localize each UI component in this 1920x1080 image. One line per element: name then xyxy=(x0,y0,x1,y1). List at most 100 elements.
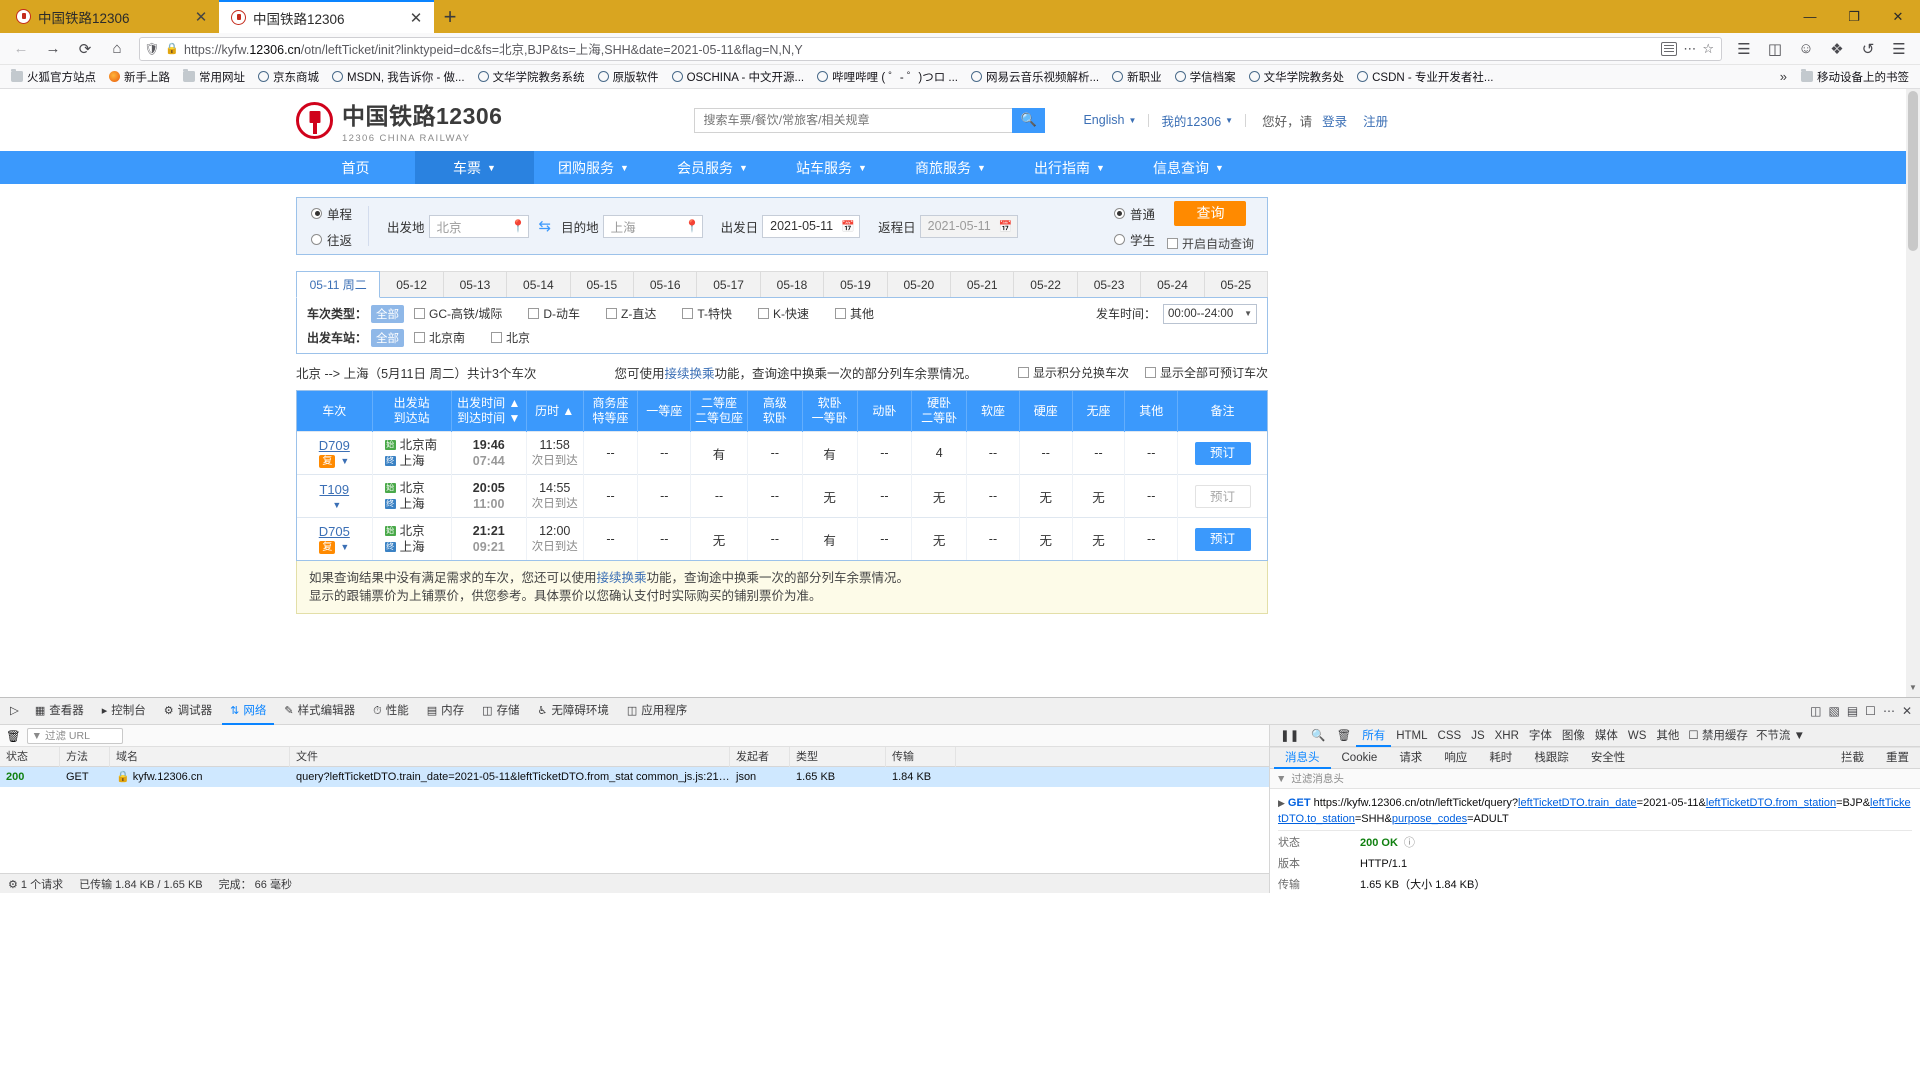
return-date-input[interactable]: 2021-05-11 📅 xyxy=(920,215,1018,238)
browser-tab-2[interactable]: 中国铁路12306 ✕ xyxy=(219,0,434,33)
reset-label[interactable]: 重置 xyxy=(1875,747,1920,769)
station-all-badge[interactable]: 全部 xyxy=(371,329,404,347)
nav-item-tickets[interactable]: 车票▼ xyxy=(415,151,534,184)
net-filter-other[interactable]: 其他 xyxy=(1651,725,1684,747)
scrollbar-thumb[interactable] xyxy=(1908,91,1918,251)
filter-t[interactable]: T-特快 xyxy=(682,305,732,322)
book-button[interactable]: 预订 xyxy=(1195,442,1251,465)
net-filter-media[interactable]: 媒体 xyxy=(1590,725,1623,747)
col-domain[interactable]: 域名 xyxy=(110,747,290,767)
show-points-trains-checkbox[interactable]: 显示积分兑换车次 xyxy=(1018,364,1129,381)
nav-item-station[interactable]: 站车服务▼ xyxy=(772,151,891,184)
col-transfer[interactable]: 传输 xyxy=(886,747,956,767)
to-input[interactable]: 上海 📍 xyxy=(603,215,703,238)
separate-window-icon[interactable]: ☐ xyxy=(1865,704,1876,718)
filter-gc[interactable]: GC-高铁/城际 xyxy=(414,305,502,322)
date-tab[interactable]: 05-16 xyxy=(634,271,697,297)
show-all-bookable-checkbox[interactable]: 显示全部可预订车次 xyxy=(1145,364,1268,381)
bookmark-item[interactable]: MSDN, 我告诉你 - 做... xyxy=(327,67,470,87)
bookmarks-overflow-icon[interactable]: » xyxy=(1774,69,1793,84)
calendar-icon[interactable]: 📅 xyxy=(841,220,855,233)
devtools-tab-accessibility[interactable]: ♿无障碍环境 xyxy=(530,698,617,725)
sync-icon[interactable]: ↺ xyxy=(1853,36,1883,62)
language-selector[interactable]: English▼ xyxy=(1071,113,1148,127)
devtools-tab-performance[interactable]: ⏱性能 xyxy=(365,698,417,725)
radio-normal[interactable]: 普通 xyxy=(1114,204,1155,223)
chevron-down-icon[interactable]: ▼ xyxy=(340,456,349,466)
train-number-link[interactable]: T109 xyxy=(298,482,371,497)
search-icon[interactable]: 🔍 xyxy=(1305,725,1331,747)
bookmark-item[interactable]: 火狐官方站点 xyxy=(6,67,101,87)
page-scrollbar[interactable]: ▲ ▼ xyxy=(1906,89,1920,697)
throttle-select[interactable]: 不节流 ▼ xyxy=(1752,725,1809,747)
back-icon[interactable]: ← xyxy=(6,36,36,62)
browser-tab-1[interactable]: 中国铁路12306 ✕ xyxy=(4,0,219,33)
bookmark-item[interactable]: OSCHINA - 中文开源... xyxy=(667,67,810,87)
location-pin-icon[interactable]: 📍 xyxy=(685,219,698,233)
extension-icon[interactable]: ❖ xyxy=(1822,36,1852,62)
bookmark-star-icon[interactable]: ☆ xyxy=(1702,41,1714,57)
minimize-button[interactable]: — xyxy=(1788,0,1832,33)
close-tab-icon[interactable]: ✕ xyxy=(193,8,209,26)
depart-time-select[interactable]: 00:00--24:00▼ xyxy=(1163,304,1257,324)
devtools-tab-console[interactable]: ▸控制台 xyxy=(94,698,154,725)
devtools-tab-network[interactable]: ⇅网络 xyxy=(222,698,274,725)
devtools-tab-inspector[interactable]: ▦查看器 xyxy=(27,698,92,725)
detail-tab-timings[interactable]: 耗时 xyxy=(1478,747,1523,769)
swap-stations-icon[interactable]: ⇆ xyxy=(539,217,552,235)
filter-station-beijingnan[interactable]: 北京南 xyxy=(414,329,465,346)
net-filter-css[interactable]: CSS xyxy=(1433,725,1467,747)
depart-date-input[interactable]: 2021-05-11 📅 xyxy=(762,215,860,238)
date-tab[interactable]: 05-24 xyxy=(1141,271,1204,297)
devtools-menu-icon[interactable]: ⋯ xyxy=(1883,704,1895,718)
pause-icon[interactable]: ❚❚ xyxy=(1274,725,1305,747)
date-tab[interactable]: 05-13 xyxy=(444,271,507,297)
bookmark-item[interactable]: 常用网址 xyxy=(178,67,250,87)
detail-tab-response[interactable]: 响应 xyxy=(1433,747,1478,769)
detail-tab-security[interactable]: 安全性 xyxy=(1580,747,1637,769)
col-duration[interactable]: 历时 ▲ xyxy=(526,391,583,432)
filter-station-beijing[interactable]: 北京 xyxy=(491,329,530,346)
account-icon[interactable]: ☺ xyxy=(1791,36,1821,62)
detail-tab-cookie[interactable]: Cookie xyxy=(1331,747,1389,769)
from-input[interactable]: 北京 📍 xyxy=(429,215,529,238)
net-filter-js[interactable]: JS xyxy=(1466,725,1489,747)
clear-icon[interactable]: 🗑 xyxy=(1332,725,1357,747)
chevron-down-icon[interactable]: ▼ xyxy=(340,542,349,552)
net-filter-html[interactable]: HTML xyxy=(1391,725,1432,747)
bookmark-item[interactable]: 文华学院教务处 xyxy=(1244,67,1350,87)
forward-icon[interactable]: → xyxy=(38,36,68,62)
radio-oneway[interactable]: 单程 xyxy=(311,204,368,223)
net-filter-ws[interactable]: WS xyxy=(1623,725,1652,747)
scroll-down-icon[interactable]: ▼ xyxy=(1906,683,1920,697)
reader-mode-icon[interactable] xyxy=(1661,42,1677,56)
filter-k[interactable]: K-快速 xyxy=(758,305,809,322)
radio-student[interactable]: 学生 xyxy=(1114,230,1155,249)
col-type[interactable]: 类型 xyxy=(790,747,886,767)
auto-query-checkbox[interactable]: 开启自动查询 xyxy=(1167,235,1254,252)
filter-z[interactable]: Z-直达 xyxy=(606,305,656,322)
date-tab[interactable]: 05-22 xyxy=(1014,271,1077,297)
clear-requests-icon[interactable]: 🗑 xyxy=(6,729,21,743)
date-tab[interactable]: 05-23 xyxy=(1078,271,1141,297)
detail-tab-request[interactable]: 请求 xyxy=(1388,747,1433,769)
date-tab[interactable]: 05-12 xyxy=(380,271,443,297)
date-tab[interactable]: 05-19 xyxy=(824,271,887,297)
detail-tab-headers[interactable]: 消息头 xyxy=(1274,747,1331,769)
nav-item-info[interactable]: 信息查询▼ xyxy=(1129,151,1248,184)
app-menu-icon[interactable]: ☰ xyxy=(1884,36,1914,62)
bookmark-item[interactable]: 文华学院教务系统 xyxy=(473,67,590,87)
responsive-mode-icon[interactable]: ◫ xyxy=(1810,704,1821,718)
col-method[interactable]: 方法 xyxy=(60,747,110,767)
book-button[interactable]: 预订 xyxy=(1195,528,1251,551)
new-tab-button[interactable]: + xyxy=(434,0,466,33)
mobile-bookmarks-item[interactable]: 移动设备上的书签 xyxy=(1796,67,1914,87)
site-logo[interactable]: 中国铁路12306 12306 CHINA RAILWAY xyxy=(296,97,502,144)
search-button[interactable]: 🔍 xyxy=(1012,108,1045,133)
date-tab[interactable]: 05-17 xyxy=(697,271,760,297)
train-type-all-badge[interactable]: 全部 xyxy=(371,305,404,323)
col-times[interactable]: 出发时间 ▲到达时间 ▼ xyxy=(451,391,526,432)
nav-item-home[interactable]: 首页 xyxy=(296,151,415,184)
devtools-tab-style-editor[interactable]: ✎样式编辑器 xyxy=(276,698,363,725)
calendar-icon[interactable]: 📅 xyxy=(999,220,1013,233)
